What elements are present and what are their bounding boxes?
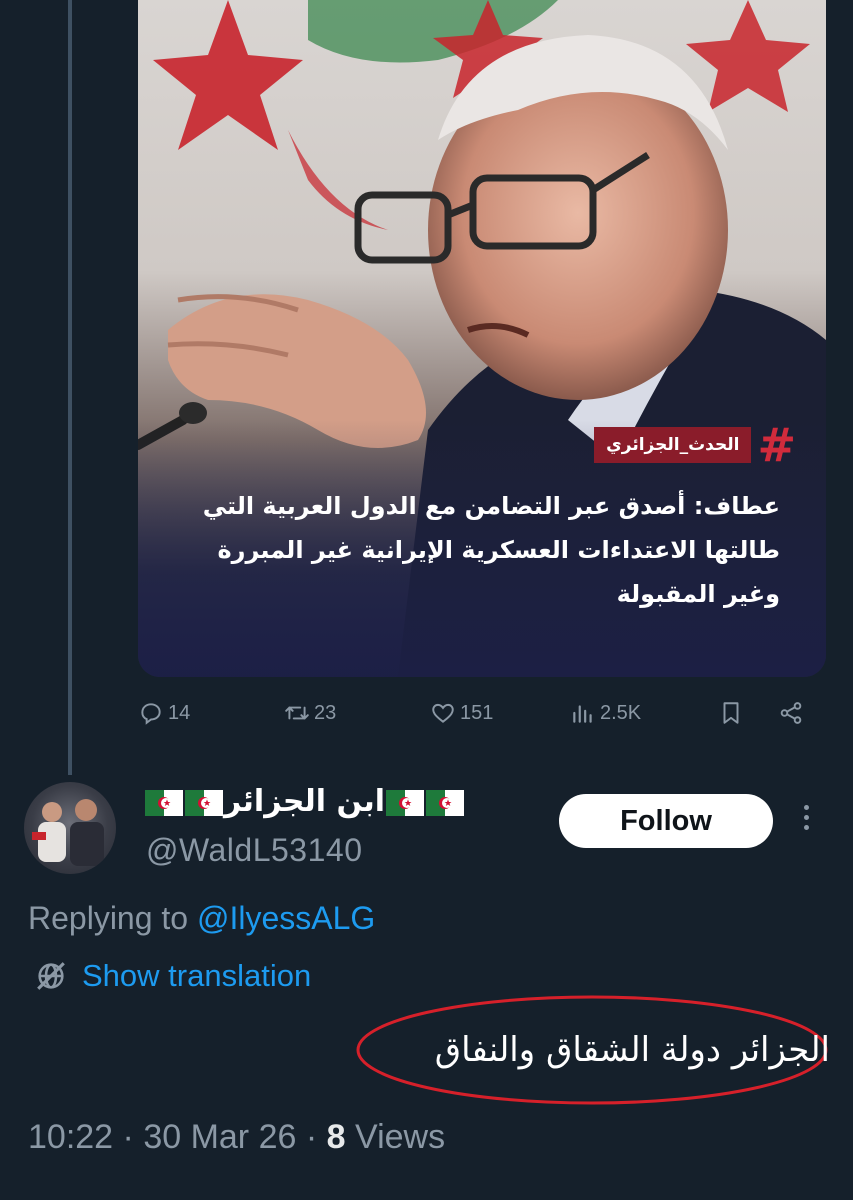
follow-button[interactable]: Follow xyxy=(559,794,773,848)
user-handle[interactable]: @WaldL53140 xyxy=(146,832,362,869)
view-count: 2.5K xyxy=(600,701,642,724)
repost-icon xyxy=(285,706,309,720)
share-icon xyxy=(780,702,802,724)
share-button[interactable] xyxy=(778,700,804,726)
post-action-bar: 14 23 151 2.5K xyxy=(138,700,818,736)
thread-connector-line xyxy=(68,0,72,775)
replying-to-link[interactable]: @IlyessALG xyxy=(197,900,375,936)
bookmark-button[interactable] xyxy=(718,700,744,726)
bookmark-icon xyxy=(723,702,739,724)
like-count: 151 xyxy=(460,701,494,724)
hashtag-label: الحدث_الجزائري xyxy=(594,427,752,463)
user-display-name[interactable]: ابن الجزائر xyxy=(144,784,465,819)
views-count: 8 xyxy=(326,1118,346,1156)
post-time[interactable]: 10:22 xyxy=(28,1118,113,1156)
display-name-text: ابن الجزائر xyxy=(224,784,386,819)
reply-count: 14 xyxy=(168,701,191,724)
algeria-flag-icon xyxy=(426,789,465,816)
show-translation-button[interactable]: Show translation xyxy=(34,958,311,994)
avatar[interactable] xyxy=(24,782,116,874)
more-options-button[interactable] xyxy=(796,800,816,840)
analytics-icon xyxy=(573,705,592,723)
hashtag-banner: الحدث_الجزائري # xyxy=(594,418,796,472)
reply-text: الجزائر دولة الشقاق والنفاق xyxy=(434,1030,830,1070)
views-label: Views xyxy=(355,1118,446,1156)
post-metadata: 10:22 · 30 Mar 26 · 8 Views xyxy=(28,1118,446,1156)
heart-icon xyxy=(432,703,454,723)
replying-prefix: Replying to xyxy=(28,900,197,936)
algeria-flag-icon xyxy=(386,789,425,816)
image-caption: عطاف: أصدق عبر التضامن مع الدول العربية … xyxy=(202,492,780,608)
repost-count: 23 xyxy=(314,701,337,724)
reply-button[interactable]: 14 xyxy=(138,700,190,726)
replying-to-line: Replying to @IlyessALG xyxy=(28,900,375,937)
avatar-photo xyxy=(32,799,104,866)
algeria-flag-icon xyxy=(145,789,183,816)
like-button[interactable]: 151 xyxy=(430,700,493,726)
show-translation-label: Show translation xyxy=(82,958,312,993)
more-dot-icon xyxy=(803,815,809,820)
reply-icon xyxy=(141,703,161,725)
views-button[interactable]: 2.5K xyxy=(570,700,641,726)
more-dot-icon xyxy=(803,805,809,810)
more-dot-icon xyxy=(803,825,809,830)
post-image[interactable]: الحدث_الجزائري # عطاف: أصدق عبر التضامن … xyxy=(138,0,826,677)
algeria-flag-icon xyxy=(185,789,223,816)
repost-button[interactable]: 23 xyxy=(284,700,336,726)
hashtag-symbol: # xyxy=(757,418,796,472)
globe-slash-icon xyxy=(37,962,65,990)
post-date[interactable]: 30 Mar 26 xyxy=(143,1118,296,1156)
